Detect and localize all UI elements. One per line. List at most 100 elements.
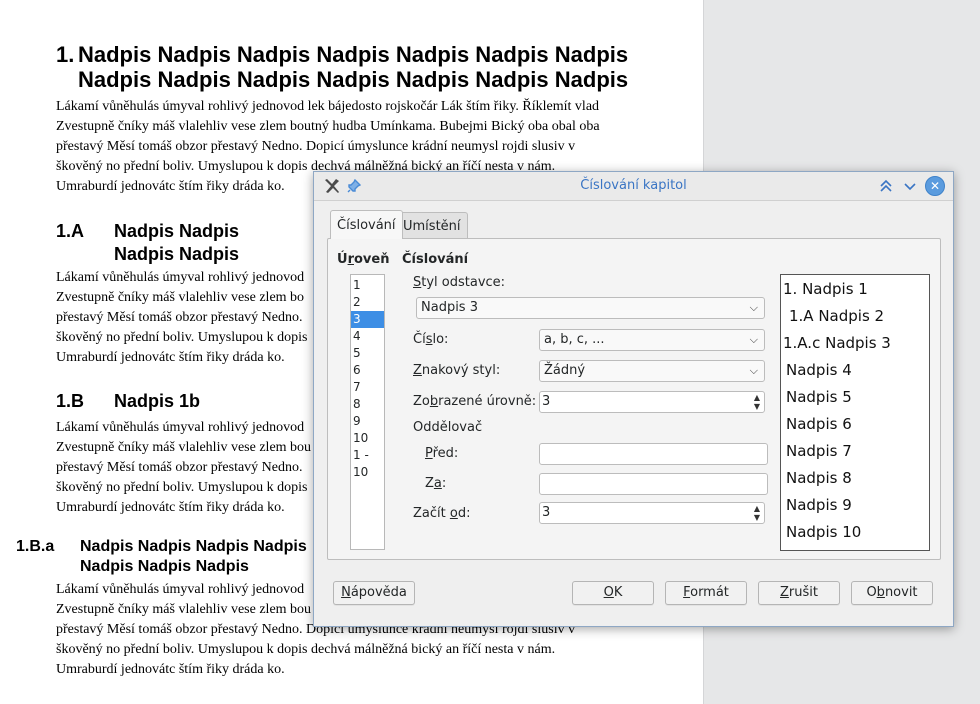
level-item[interactable]: 9 xyxy=(351,413,384,430)
button-label: O xyxy=(866,585,877,600)
tab-label: Číslování xyxy=(337,217,396,233)
level-item[interactable]: 1 - 10 xyxy=(351,447,384,479)
preview-line: 1.A Nadpis 2 xyxy=(789,307,885,325)
help-button[interactable]: Nápověda xyxy=(333,581,415,605)
accelerator: a xyxy=(433,476,442,491)
level-item[interactable]: 3 xyxy=(351,311,384,328)
heading-text-line1: Nadpis Nadpis xyxy=(114,221,240,241)
button-label: novit xyxy=(884,585,918,600)
accelerator: Z xyxy=(780,585,789,600)
accelerator: o xyxy=(449,506,458,521)
preview-line: Nadpis 4 xyxy=(786,361,852,379)
level-heading: Úroveň xyxy=(337,252,389,267)
chevron-down-icon: ⌵ xyxy=(749,364,758,377)
spin-arrows-icon[interactable]: ▲ ▼ xyxy=(754,393,760,411)
numbering-panel: Úroveň 1 2 3 4 5 6 7 8 9 10 1 - 10 Číslování Styl … xyxy=(327,238,941,560)
text-line: Zvestupně čníky máš vlalehliv vese zlem … xyxy=(56,119,600,134)
number-label: Číslo: xyxy=(413,332,448,347)
label-part: Začít xyxy=(413,506,450,521)
heading-number: 1.B xyxy=(56,391,85,411)
label-part: Čí xyxy=(413,332,426,347)
chevron-up-icon[interactable] xyxy=(876,176,896,196)
preview-line: Nadpis 10 xyxy=(786,523,862,541)
select-value: Žádný xyxy=(544,363,586,378)
heading-text-line1: Nadpis Nadpis Nadpis Nadpis Nadpis Nadpi… xyxy=(78,42,629,67)
paragraph-style-select[interactable]: Nadpis 3 ⌵ xyxy=(416,297,765,319)
reset-button[interactable]: Obnovit xyxy=(851,581,933,605)
preview-line: Nadpis 8 xyxy=(786,469,852,487)
accelerator: O xyxy=(603,585,614,600)
after-input[interactable] xyxy=(539,473,768,495)
number-format-select[interactable]: a, b, c, ... ⌵ xyxy=(539,329,765,351)
level-item[interactable]: 7 xyxy=(351,379,384,396)
preview-line: 1. Nadpis 1 xyxy=(783,280,868,298)
button-label: ápověda xyxy=(350,585,407,600)
label-part: : xyxy=(441,476,447,491)
level-item[interactable]: 5 xyxy=(351,345,384,362)
level-list[interactable]: 1 2 3 4 5 6 7 8 9 10 1 - 10 xyxy=(350,274,385,550)
heading-text-line2: Nadpis Nadpis Nadpis xyxy=(80,558,249,575)
numbering-heading: Číslování xyxy=(402,252,469,267)
dialog-title: Číslování kapitol xyxy=(580,178,687,193)
tab-position[interactable]: Umístění xyxy=(396,212,468,239)
label-part: Zo xyxy=(413,394,430,409)
label-part: nakový styl: xyxy=(421,363,501,378)
preview-line: Nadpis 5 xyxy=(786,388,852,406)
text-line: přestavý Měsí tomáš obzor přestavý Nedno… xyxy=(56,139,576,154)
start-at-spinbox[interactable]: 3 ▲ ▼ xyxy=(539,502,765,524)
label-part: razené úrovně: xyxy=(438,394,537,409)
ok-button[interactable]: OK xyxy=(572,581,654,605)
heading-number: 1. xyxy=(56,42,75,67)
char-style-label: Znakový styl: xyxy=(413,363,500,378)
label-part: Ú xyxy=(337,252,348,267)
button-label: ormát xyxy=(690,585,729,600)
before-input[interactable] xyxy=(539,443,768,465)
level-item[interactable]: 10 xyxy=(351,430,384,447)
close-icon[interactable]: ✕ xyxy=(925,176,945,196)
paragraph-style-label: Styl odstavce: xyxy=(413,275,505,290)
separator-label: Oddělovač xyxy=(413,420,483,435)
select-value: a, b, c, ... xyxy=(544,332,605,347)
tab-numbering[interactable]: Číslování xyxy=(330,210,403,239)
text-line: škověný no přední boliv. Umyslupou k dop… xyxy=(56,642,556,657)
preview-line: 1.A.c Nadpis 3 xyxy=(783,334,891,352)
char-style-select[interactable]: Žádný ⌵ xyxy=(539,360,765,382)
chevron-down-icon[interactable] xyxy=(900,176,920,196)
dialog-titlebar[interactable]: Číslování kapitol ✕ xyxy=(314,172,953,201)
heading-text-line1: Nadpis 1b xyxy=(114,391,201,411)
preview-line: Nadpis 6 xyxy=(786,415,852,433)
label-part: Z xyxy=(425,476,434,491)
level-item[interactable]: 4 xyxy=(351,328,384,345)
level-item[interactable]: 6 xyxy=(351,362,384,379)
spin-value: 3 xyxy=(542,394,551,409)
heading-text-line2: Nadpis Nadpis Nadpis Nadpis Nadpis Nadpi… xyxy=(78,67,629,92)
heading-text-line2: Nadpis Nadpis xyxy=(114,244,240,264)
heading-text-line1: Nadpis Nadpis Nadpis Nadpis xyxy=(80,538,307,555)
level-item[interactable]: 2 xyxy=(351,294,384,311)
cancel-button[interactable]: Zrušit xyxy=(758,581,840,605)
chevron-down-icon: ⌵ xyxy=(749,301,758,314)
start-at-label: Začít od: xyxy=(413,506,470,521)
heading-1: 1. Nadpis Nadpis Nadpis Nadpis Nadpis Na… xyxy=(56,42,656,92)
before-label: Před: xyxy=(425,446,458,461)
label-part: d: xyxy=(457,506,471,521)
select-value: Nadpis 3 xyxy=(421,300,478,315)
after-label: Za: xyxy=(425,476,446,491)
heading-number: 1.A xyxy=(56,221,85,241)
spin-arrows-icon[interactable]: ▲ ▼ xyxy=(754,504,760,522)
shown-levels-spinbox[interactable]: 3 ▲ ▼ xyxy=(539,391,765,413)
label-part: oveň xyxy=(353,252,390,267)
level-item[interactable]: 1 xyxy=(351,277,384,294)
shown-levels-label: Zobrazené úrovně: xyxy=(413,394,536,409)
label-part: lo: xyxy=(432,332,449,347)
format-button[interactable]: Formát xyxy=(665,581,747,605)
preview-line: Nadpis 7 xyxy=(786,442,852,460)
accelerator: b xyxy=(876,585,885,600)
label-part: řed: xyxy=(432,446,459,461)
accelerator: b xyxy=(429,394,439,409)
tab-label: Umístění xyxy=(403,218,461,234)
numbering-preview: 1. Nadpis 1 1.A Nadpis 2 1.A.c Nadpis 3 … xyxy=(780,274,930,551)
accelerator: Z xyxy=(413,363,422,378)
preview-line: Nadpis 9 xyxy=(786,496,852,514)
level-item[interactable]: 8 xyxy=(351,396,384,413)
